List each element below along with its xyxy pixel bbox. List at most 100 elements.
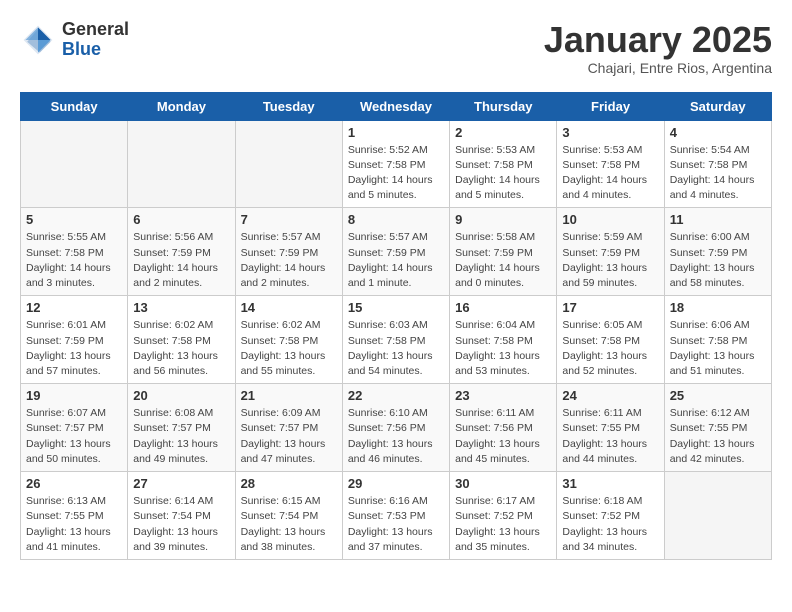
calendar-cell: 19 Sunrise: 6:07 AM Sunset: 7:57 PM Dayli… [21, 384, 128, 472]
calendar-cell [664, 472, 771, 560]
calendar-cell: 9 Sunrise: 5:58 AM Sunset: 7:59 PM Daylig… [450, 208, 557, 296]
calendar-cell: 14 Sunrise: 6:02 AM Sunset: 7:58 PM Dayli… [235, 296, 342, 384]
day-number: 22 [348, 388, 444, 403]
calendar-cell: 23 Sunrise: 6:11 AM Sunset: 7:56 PM Dayli… [450, 384, 557, 472]
day-info: Sunrise: 6:14 AM Sunset: 7:54 PM Dayligh… [133, 494, 229, 555]
calendar-title: January 2025 [544, 20, 772, 60]
calendar-cell: 28 Sunrise: 6:15 AM Sunset: 7:54 PM Dayli… [235, 472, 342, 560]
day-number: 19 [26, 388, 122, 403]
day-number: 30 [455, 476, 551, 491]
calendar-cell: 5 Sunrise: 5:55 AM Sunset: 7:58 PM Daylig… [21, 208, 128, 296]
day-info: Sunrise: 5:53 AM Sunset: 7:58 PM Dayligh… [455, 143, 551, 204]
day-info: Sunrise: 6:00 AM Sunset: 7:59 PM Dayligh… [670, 230, 766, 291]
day-info: Sunrise: 5:59 AM Sunset: 7:59 PM Dayligh… [562, 230, 658, 291]
day-number: 28 [241, 476, 337, 491]
day-number: 15 [348, 300, 444, 315]
day-info: Sunrise: 6:02 AM Sunset: 7:58 PM Dayligh… [133, 318, 229, 379]
weekday-header-wednesday: Wednesday [342, 92, 449, 120]
day-number: 7 [241, 212, 337, 227]
day-info: Sunrise: 6:15 AM Sunset: 7:54 PM Dayligh… [241, 494, 337, 555]
calendar-cell: 1 Sunrise: 5:52 AM Sunset: 7:58 PM Daylig… [342, 120, 449, 208]
calendar-cell: 10 Sunrise: 5:59 AM Sunset: 7:59 PM Dayli… [557, 208, 664, 296]
day-info: Sunrise: 6:05 AM Sunset: 7:58 PM Dayligh… [562, 318, 658, 379]
day-number: 1 [348, 125, 444, 140]
calendar-cell: 17 Sunrise: 6:05 AM Sunset: 7:58 PM Dayli… [557, 296, 664, 384]
day-number: 21 [241, 388, 337, 403]
day-number: 29 [348, 476, 444, 491]
weekday-header-monday: Monday [128, 92, 235, 120]
day-number: 4 [670, 125, 766, 140]
weekday-header-row: SundayMondayTuesdayWednesdayThursdayFrid… [21, 92, 772, 120]
calendar-cell: 21 Sunrise: 6:09 AM Sunset: 7:57 PM Dayli… [235, 384, 342, 472]
day-info: Sunrise: 5:55 AM Sunset: 7:58 PM Dayligh… [26, 230, 122, 291]
calendar-cell: 3 Sunrise: 5:53 AM Sunset: 7:58 PM Daylig… [557, 120, 664, 208]
day-info: Sunrise: 6:07 AM Sunset: 7:57 PM Dayligh… [26, 406, 122, 467]
calendar-cell: 12 Sunrise: 6:01 AM Sunset: 7:59 PM Dayli… [21, 296, 128, 384]
calendar-cell: 13 Sunrise: 6:02 AM Sunset: 7:58 PM Dayli… [128, 296, 235, 384]
day-number: 11 [670, 212, 766, 227]
logo-blue: Blue [62, 40, 129, 60]
day-info: Sunrise: 6:16 AM Sunset: 7:53 PM Dayligh… [348, 494, 444, 555]
day-info: Sunrise: 6:11 AM Sunset: 7:56 PM Dayligh… [455, 406, 551, 467]
day-info: Sunrise: 6:03 AM Sunset: 7:58 PM Dayligh… [348, 318, 444, 379]
logo: General Blue [20, 20, 129, 60]
day-info: Sunrise: 6:18 AM Sunset: 7:52 PM Dayligh… [562, 494, 658, 555]
calendar-table: SundayMondayTuesdayWednesdayThursdayFrid… [20, 92, 772, 560]
weekday-header-sunday: Sunday [21, 92, 128, 120]
weekday-header-friday: Friday [557, 92, 664, 120]
calendar-cell: 27 Sunrise: 6:14 AM Sunset: 7:54 PM Dayli… [128, 472, 235, 560]
day-info: Sunrise: 5:56 AM Sunset: 7:59 PM Dayligh… [133, 230, 229, 291]
calendar-subtitle: Chajari, Entre Rios, Argentina [544, 60, 772, 76]
day-number: 27 [133, 476, 229, 491]
day-number: 12 [26, 300, 122, 315]
day-info: Sunrise: 5:57 AM Sunset: 7:59 PM Dayligh… [348, 230, 444, 291]
day-info: Sunrise: 6:11 AM Sunset: 7:55 PM Dayligh… [562, 406, 658, 467]
calendar-cell [235, 120, 342, 208]
day-info: Sunrise: 6:01 AM Sunset: 7:59 PM Dayligh… [26, 318, 122, 379]
day-info: Sunrise: 6:17 AM Sunset: 7:52 PM Dayligh… [455, 494, 551, 555]
day-info: Sunrise: 6:10 AM Sunset: 7:56 PM Dayligh… [348, 406, 444, 467]
day-number: 23 [455, 388, 551, 403]
calendar-week-1: 1 Sunrise: 5:52 AM Sunset: 7:58 PM Daylig… [21, 120, 772, 208]
day-number: 17 [562, 300, 658, 315]
day-info: Sunrise: 6:06 AM Sunset: 7:58 PM Dayligh… [670, 318, 766, 379]
calendar-week-3: 12 Sunrise: 6:01 AM Sunset: 7:59 PM Dayli… [21, 296, 772, 384]
day-info: Sunrise: 5:53 AM Sunset: 7:58 PM Dayligh… [562, 143, 658, 204]
day-number: 2 [455, 125, 551, 140]
page-header: General Blue January 2025 Chajari, Entre… [20, 20, 772, 76]
day-number: 5 [26, 212, 122, 227]
calendar-cell [128, 120, 235, 208]
day-number: 9 [455, 212, 551, 227]
day-info: Sunrise: 5:58 AM Sunset: 7:59 PM Dayligh… [455, 230, 551, 291]
day-info: Sunrise: 6:08 AM Sunset: 7:57 PM Dayligh… [133, 406, 229, 467]
day-number: 31 [562, 476, 658, 491]
calendar-cell: 20Sunrise: 6:08 AM Sunset: 7:57 PM Dayli… [128, 384, 235, 472]
calendar-cell [21, 120, 128, 208]
title-block: January 2025 Chajari, Entre Rios, Argent… [544, 20, 772, 76]
calendar-cell: 29 Sunrise: 6:16 AM Sunset: 7:53 PM Dayli… [342, 472, 449, 560]
day-number: 10 [562, 212, 658, 227]
calendar-cell: 26Sunrise: 6:13 AM Sunset: 7:55 PM Dayli… [21, 472, 128, 560]
day-info: Sunrise: 6:09 AM Sunset: 7:57 PM Dayligh… [241, 406, 337, 467]
day-number: 6 [133, 212, 229, 227]
day-info: Sunrise: 5:52 AM Sunset: 7:58 PM Dayligh… [348, 143, 444, 204]
calendar-cell: 6 Sunrise: 5:56 AM Sunset: 7:59 PM Daylig… [128, 208, 235, 296]
day-info: Sunrise: 6:04 AM Sunset: 7:58 PM Dayligh… [455, 318, 551, 379]
calendar-cell: 18Sunrise: 6:06 AM Sunset: 7:58 PM Dayli… [664, 296, 771, 384]
logo-general: General [62, 20, 129, 40]
day-number: 3 [562, 125, 658, 140]
day-number: 25 [670, 388, 766, 403]
day-info: Sunrise: 6:13 AM Sunset: 7:55 PM Dayligh… [26, 494, 122, 555]
logo-icon [20, 22, 56, 58]
calendar-week-2: 5 Sunrise: 5:55 AM Sunset: 7:58 PM Daylig… [21, 208, 772, 296]
weekday-header-tuesday: Tuesday [235, 92, 342, 120]
calendar-cell: 25Sunrise: 6:12 AM Sunset: 7:55 PM Dayli… [664, 384, 771, 472]
day-number: 13 [133, 300, 229, 315]
calendar-week-5: 26Sunrise: 6:13 AM Sunset: 7:55 PM Dayli… [21, 472, 772, 560]
calendar-cell: 31 Sunrise: 6:18 AM Sunset: 7:52 PM Dayli… [557, 472, 664, 560]
calendar-cell: 16Sunrise: 6:04 AM Sunset: 7:58 PM Dayli… [450, 296, 557, 384]
day-number: 14 [241, 300, 337, 315]
day-info: Sunrise: 6:02 AM Sunset: 7:58 PM Dayligh… [241, 318, 337, 379]
calendar-week-4: 19 Sunrise: 6:07 AM Sunset: 7:57 PM Dayli… [21, 384, 772, 472]
day-info: Sunrise: 5:57 AM Sunset: 7:59 PM Dayligh… [241, 230, 337, 291]
